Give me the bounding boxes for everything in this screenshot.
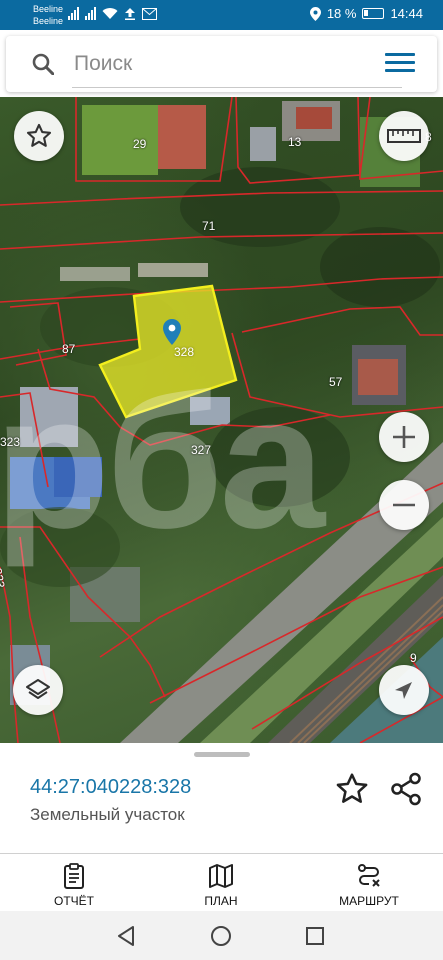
sheet-drag-handle[interactable] [194,752,250,757]
search-underline [72,87,402,88]
star-icon [26,123,52,147]
layers-button[interactable] [13,665,63,715]
clipboard-icon [64,863,84,889]
menu-icon[interactable] [385,51,417,75]
nav-report[interactable]: ОТЧЁТ [14,854,134,912]
navigation-arrow-icon [395,682,412,699]
upload-icon [125,8,135,20]
map-watermark: рба [0,356,325,568]
plus-icon [393,426,415,448]
carrier-name-2: Beeline [33,16,64,26]
parcel-label-87: 87 [62,342,76,356]
parcel-type-label: Земельный участок [30,805,185,824]
search-box [6,36,437,92]
my-location-button[interactable] [379,665,429,715]
search-bar [0,30,443,97]
search-icon[interactable] [32,53,54,75]
route-icon [358,864,380,887]
nav-report-label: ОТЧЁТ [53,894,94,908]
parcel-label-323: 323 [0,435,21,449]
battery-icon [362,8,385,19]
wifi-icon [102,8,118,19]
zoom-out-button[interactable] [379,480,429,530]
favorite-star-icon[interactable] [334,771,370,807]
mail-icon [142,7,157,20]
map-view[interactable]: рба 29 13 8 71 87 328 57 327 323 323 9 [0,97,443,743]
cadastral-number[interactable]: 44:27:040228:328 [30,776,191,799]
zoom-in-button[interactable] [379,412,429,462]
ruler-button[interactable] [379,111,429,161]
favorite-map-button[interactable] [14,111,64,161]
status-right: 18 % 14:44 [309,6,423,21]
clock: 14:44 [390,6,423,21]
location-icon [309,6,321,21]
minus-icon [393,503,415,507]
parcel-label-57: 57 [329,375,343,389]
home-icon[interactable] [210,925,232,947]
signal-icon-2 [85,7,96,20]
recents-icon[interactable] [305,926,325,946]
map-icon [209,864,233,888]
status-icons [68,7,157,20]
bottom-nav: ОТЧЁТ ПЛАН МАРШРУТ [0,853,443,911]
parcel-label-328: 328 [174,345,195,359]
nav-plan[interactable]: ПЛАН [161,854,281,912]
parcel-label-9: 9 [410,651,417,665]
layers-icon [26,679,50,699]
signal-icon [68,7,79,20]
status-bar: Beeline Beeline 18 % 14:44 [0,0,443,30]
parcel-label-327: 327 [191,443,212,457]
parcel-label-29: 29 [133,137,147,151]
parcel-label-13: 13 [288,135,302,149]
parcel-info-sheet[interactable]: 44:27:040228:328 Земельный участок [0,743,443,853]
search-input[interactable] [74,49,364,79]
back-icon[interactable] [116,925,136,947]
system-navigation-bar [0,911,443,960]
battery-percent: 18 % [326,6,357,21]
carrier-name-1: Beeline [33,4,64,14]
share-icon[interactable] [388,771,424,807]
nav-route[interactable]: МАРШРУТ [309,854,429,912]
nav-plan-label: ПЛАН [204,894,238,908]
parcel-label-71: 71 [202,219,216,233]
nav-route-label: МАРШРУТ [339,894,399,908]
ruler-icon [387,129,421,143]
